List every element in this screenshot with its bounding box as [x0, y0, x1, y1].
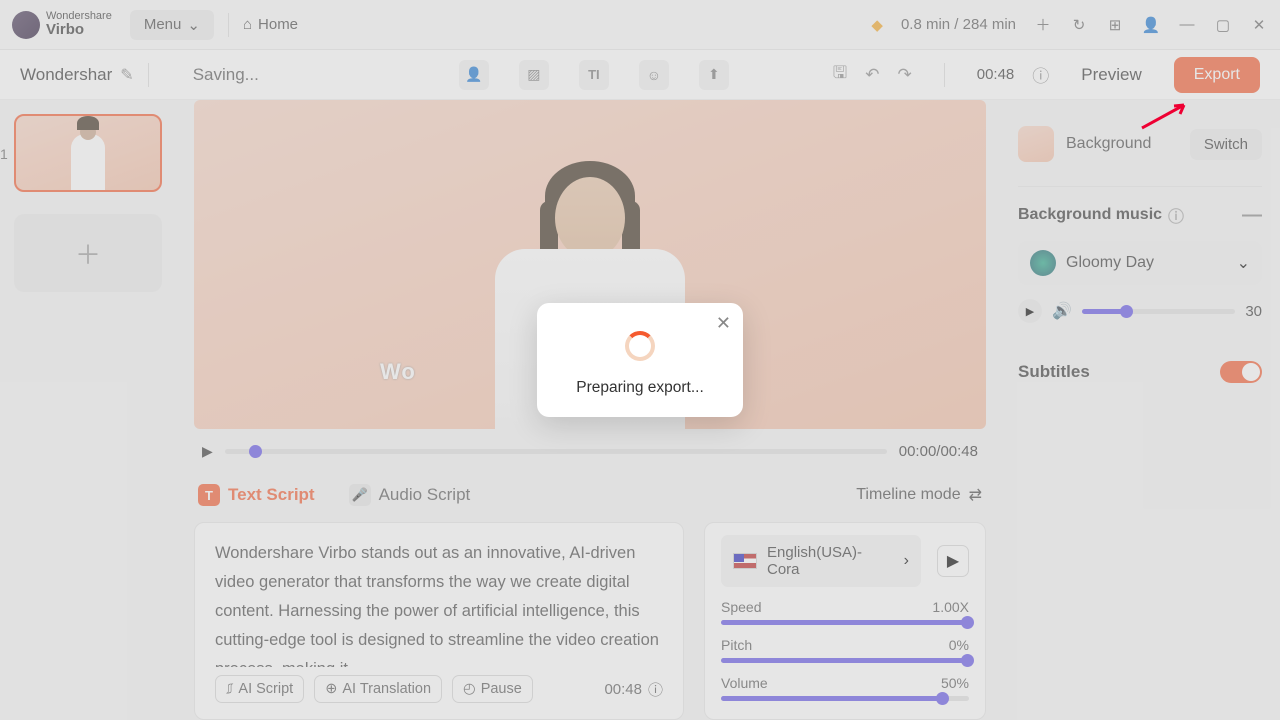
export-modal: ✕ Preparing export...	[537, 303, 743, 417]
modal-close-icon[interactable]: ✕	[716, 313, 731, 334]
modal-overlay: ✕ Preparing export...	[0, 0, 1280, 720]
modal-text: Preparing export...	[555, 379, 725, 397]
loading-spinner-icon	[625, 331, 655, 361]
